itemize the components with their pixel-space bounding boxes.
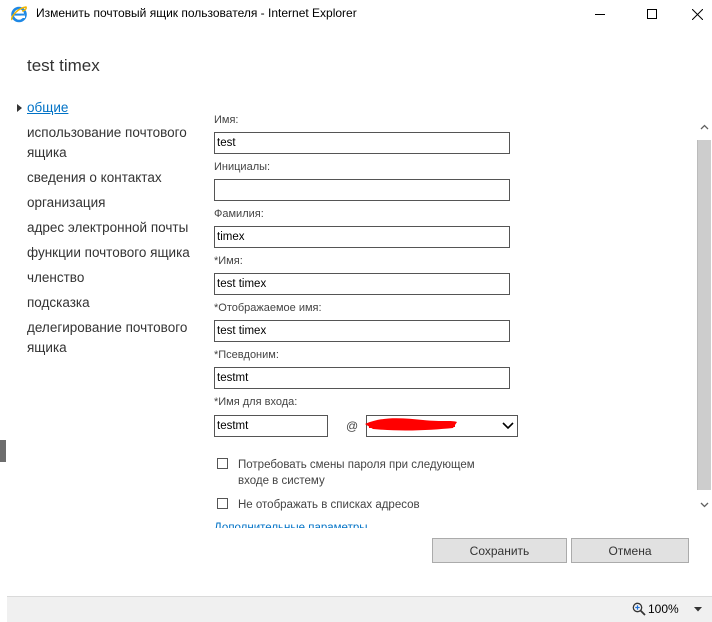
title-bar: Изменить почтовый ящик пользователя - In… [0, 0, 712, 28]
alias-label: *Псевдоним: [214, 349, 279, 361]
close-icon [691, 8, 703, 20]
first-name-label: Имя: [214, 114, 239, 126]
require-password-change-checkbox[interactable] [217, 458, 228, 469]
name-label: *Имя: [214, 255, 243, 267]
initials-input[interactable] [214, 179, 510, 201]
nav-item-mailbox-features[interactable]: функции почтового ящика [16, 243, 196, 263]
nav-item-mailtip[interactable]: подсказка [16, 293, 196, 313]
logon-name-input[interactable] [214, 415, 328, 437]
nav-item-mailbox-usage[interactable]: использование почтового ящика [16, 123, 196, 163]
vertical-scrollbar[interactable] [697, 118, 712, 514]
redaction-scribble [365, 418, 457, 431]
save-button[interactable]: Сохранить [432, 538, 567, 563]
status-bar: 100% [7, 596, 712, 622]
nav-item-contact-information[interactable]: сведения о контактах [16, 168, 196, 188]
page-title: test timex [27, 56, 100, 75]
window-title: Изменить почтовый ящик пользователя - In… [36, 6, 357, 20]
domain-select[interactable] [365, 415, 518, 437]
nav-item-label: подсказка [27, 295, 90, 310]
internet-explorer-icon [11, 6, 27, 23]
last-name-input[interactable] [214, 226, 510, 248]
zoom-icon[interactable] [632, 602, 646, 616]
nav-item-label: использование почтового ящика [27, 125, 187, 160]
name-input[interactable] [214, 273, 510, 295]
nav-item-label: общие [27, 100, 69, 115]
initials-label: Инициалы: [214, 161, 271, 173]
nav-item-mailbox-delegation[interactable]: делегирование почтового ящика [16, 318, 196, 358]
nav-item-label: членство [27, 270, 85, 285]
nav-item-member-of[interactable]: членство [16, 268, 196, 288]
section-nav: общие использование почтового ящика свед… [16, 98, 196, 363]
display-name-label: *Отображаемое имя: [214, 302, 322, 314]
require-password-change-label: Потребовать смены пароля при следующем в… [238, 459, 475, 487]
scroll-thumb[interactable] [697, 140, 711, 490]
nav-item-label: сведения о контактах [27, 170, 162, 185]
cancel-button[interactable]: Отмена [571, 538, 689, 563]
scroll-up-button[interactable] [697, 118, 712, 136]
background-window-edge [0, 440, 6, 462]
maximize-icon [647, 9, 657, 19]
nav-item-label: организация [27, 195, 106, 210]
nav-item-organization[interactable]: организация [16, 193, 196, 213]
zoom-level[interactable]: 100% [648, 602, 679, 616]
more-options-link[interactable]: Дополнительные параметры... [214, 519, 384, 528]
general-form: Имя: Инициалы: Фамилия: *Имя: *Отображае… [214, 113, 514, 410]
maximize-button[interactable] [629, 0, 675, 28]
display-name-input[interactable] [214, 320, 510, 342]
zoom-dropdown-icon[interactable] [694, 607, 702, 612]
hide-from-address-lists-label: Не отображать в списках адресов [238, 499, 420, 511]
minimize-icon [595, 14, 605, 15]
left-window-edge [0, 28, 7, 621]
chevron-down-icon [502, 422, 514, 430]
minimize-button[interactable] [577, 0, 623, 28]
close-button[interactable] [674, 0, 712, 28]
at-sign: @ [346, 419, 359, 433]
last-name-label: Фамилия: [214, 208, 264, 220]
chevron-up-icon [700, 124, 709, 130]
nav-item-email-address[interactable]: адрес электронной почты [16, 218, 196, 238]
chevron-down-icon [700, 502, 709, 508]
selected-arrow-icon [17, 104, 22, 112]
nav-item-general[interactable]: общие [16, 98, 196, 118]
alias-input[interactable] [214, 367, 510, 389]
hide-from-address-lists-checkbox[interactable] [217, 498, 228, 509]
nav-item-label: адрес электронной почты [27, 220, 189, 235]
first-name-input[interactable] [214, 132, 510, 154]
logon-name-label: *Имя для входа: [214, 396, 298, 408]
scroll-down-button[interactable] [697, 496, 712, 514]
nav-item-label: делегирование почтового ящика [27, 320, 188, 355]
nav-item-label: функции почтового ящика [27, 245, 190, 260]
